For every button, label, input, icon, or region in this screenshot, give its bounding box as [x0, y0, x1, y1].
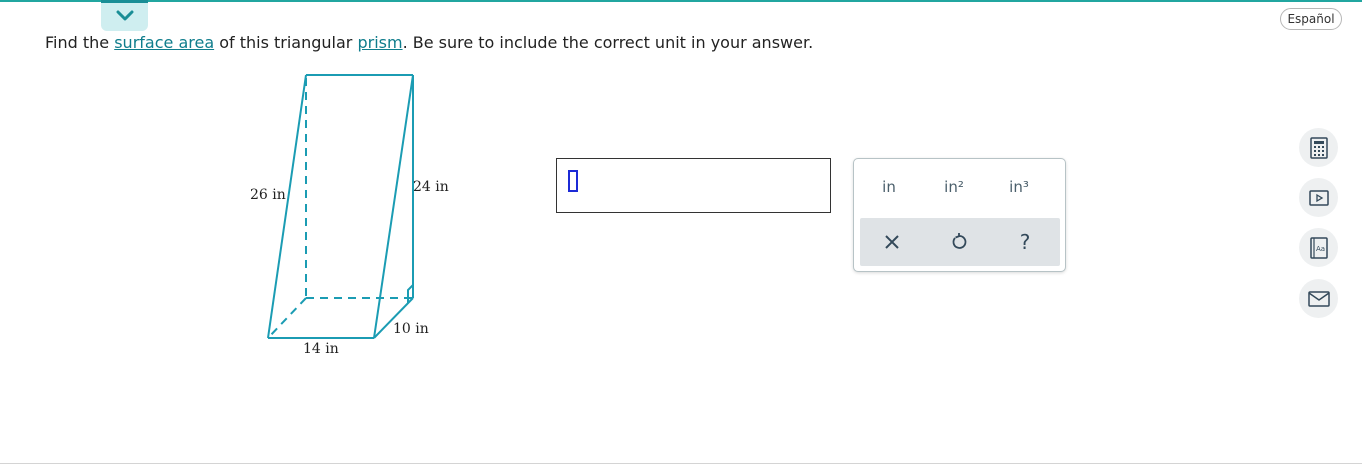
label-vertical-edge: 24 in [413, 179, 449, 195]
help-button[interactable]: ? [1005, 228, 1045, 256]
svg-text:Aa: Aa [1316, 245, 1325, 253]
question-middle: of this triangular [214, 33, 358, 52]
clear-button[interactable] [872, 228, 912, 256]
surface-area-link[interactable]: surface area [114, 33, 214, 52]
glossary-icon: Aa [1309, 236, 1328, 259]
front-slant-edge [267, 74, 307, 339]
chevron-down-icon [116, 10, 133, 20]
collapse-tab[interactable] [101, 0, 148, 31]
unit-palette: in in² in³ ? [853, 158, 1066, 272]
undo-button[interactable] [939, 228, 979, 256]
label-base-edge: 14 in [303, 341, 339, 357]
label-slant-edge: 26 in [250, 187, 286, 203]
question-text: Find the surface area of this triangular… [45, 33, 813, 52]
answer-cursor [568, 170, 578, 192]
triangular-prism-figure: 26 in 24 in 10 in 14 in [250, 74, 449, 357]
video-icon [1308, 189, 1329, 206]
calculator-button[interactable] [1299, 128, 1338, 167]
bottom-divider [0, 463, 1362, 464]
video-button[interactable] [1299, 178, 1338, 217]
question-suffix: . Be sure to include the correct unit in… [402, 33, 814, 52]
close-icon [885, 235, 899, 249]
label-depth-edge: 10 in [393, 321, 429, 337]
help-icon: ? [1019, 230, 1031, 254]
mail-icon [1307, 290, 1330, 307]
answer-input[interactable] [556, 158, 831, 213]
palette-action-bar: ? [860, 218, 1060, 266]
language-button[interactable]: Español [1280, 8, 1342, 30]
unit-in-button[interactable]: in [864, 178, 914, 198]
calculator-icon [1309, 136, 1328, 159]
unit-in3-button[interactable]: in³ [994, 178, 1044, 198]
unit-in2-button[interactable]: in² [929, 178, 979, 198]
glossary-button[interactable]: Aa [1299, 228, 1338, 267]
question-prefix: Find the [45, 33, 115, 52]
top-accent-line [0, 0, 1362, 2]
message-button[interactable] [1299, 279, 1338, 318]
prism-link[interactable]: prism [357, 33, 402, 52]
undo-icon [952, 233, 967, 249]
